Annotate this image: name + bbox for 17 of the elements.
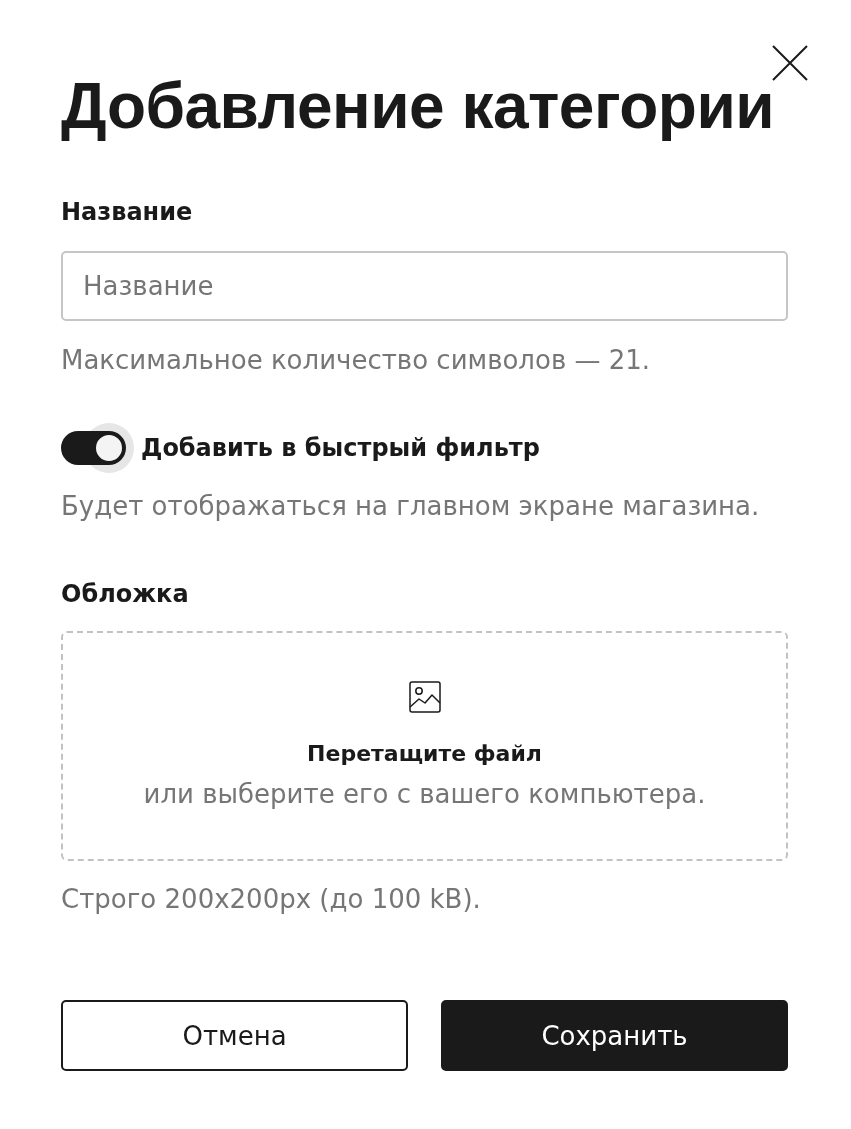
field-label: Название (61, 197, 193, 227)
name-input[interactable]: Название (61, 251, 788, 321)
close-icon (772, 45, 808, 81)
dialog-title: Добавление категории (61, 69, 775, 143)
image-icon (408, 681, 441, 713)
hint-text: Строго 200x200px (до 100 kB). (61, 883, 481, 915)
drop-zone-title: Перетащите файл (307, 740, 542, 768)
file-drop-zone[interactable]: Перетащите файл или выберите его с вашего компьютера. (61, 631, 788, 861)
hint-text: Будет отображаться на главном экране магазина. (61, 490, 760, 522)
close-button[interactable] (772, 45, 808, 81)
toggle-switch[interactable] (61, 423, 134, 473)
save-button[interactable]: Сохранить (441, 1000, 788, 1071)
hint-text: Максимальное количество символов — 21. (61, 344, 651, 376)
toggle-label: Добавить в быстрый фильтр (141, 433, 540, 463)
cancel-button[interactable]: Отмена (61, 1000, 408, 1071)
section-label: Обложка (61, 579, 189, 609)
drop-zone-subtitle: или выберите его с вашего компьютера. (143, 778, 706, 810)
